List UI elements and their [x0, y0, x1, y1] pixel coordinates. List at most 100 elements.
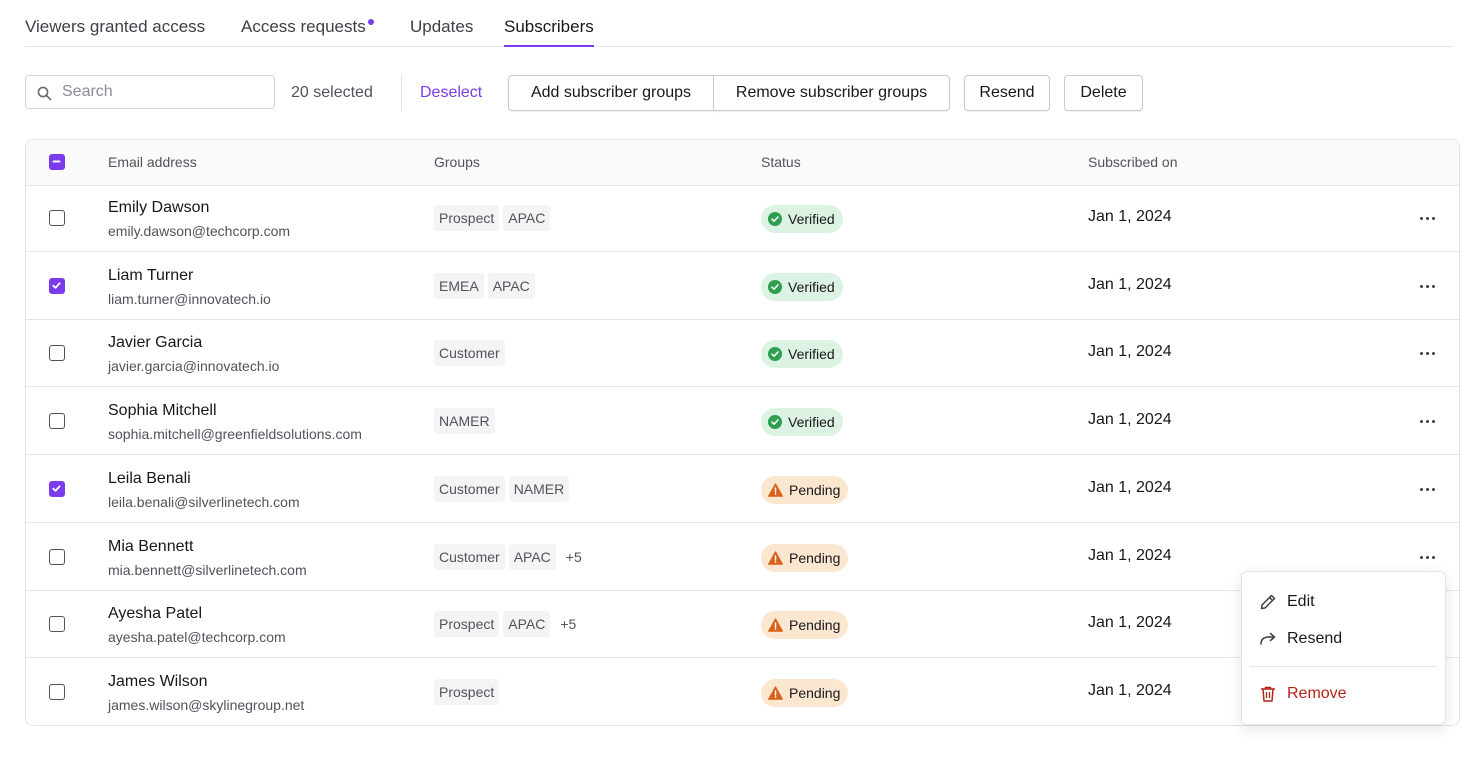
status-label: Pending [789, 617, 841, 633]
tab-updates[interactable]: Updates [410, 17, 473, 46]
more-horizontal-icon[interactable] [1413, 343, 1441, 363]
groups-cell: NAMER [434, 408, 495, 434]
menu-item-label: Resend [1287, 630, 1343, 647]
forward-arrow-icon [1260, 632, 1276, 645]
group-tag: Customer [434, 476, 505, 502]
groups-cell: EMEA APAC [434, 273, 535, 299]
subscriber-email: javier.garcia@innovatech.io [108, 358, 280, 374]
table-row: Emily Dawson emily.dawson@techcorp.com Pro… [26, 185, 1459, 252]
menu-item-remove[interactable]: Remove [1258, 682, 1347, 706]
column-header-status[interactable]: Status [761, 154, 801, 170]
group-tag: Customer [434, 340, 505, 366]
check-icon [52, 485, 61, 492]
row-checkbox[interactable] [49, 616, 65, 632]
groups-cell: Prospect APAC [434, 205, 551, 231]
warning-triangle-icon [768, 686, 783, 700]
add-subscriber-groups-button[interactable]: Add subscriber groups [508, 75, 714, 111]
table-header: Email address Groups Status Subscribed o… [26, 140, 1459, 186]
subscriber-name: Liam Turner [108, 267, 194, 284]
group-tag: EMEA [434, 273, 484, 299]
column-header-subscribed-on[interactable]: Subscribed on [1088, 154, 1178, 170]
status-badge: Verified [761, 205, 843, 233]
more-horizontal-icon[interactable] [1413, 276, 1441, 296]
row-checkbox[interactable] [49, 210, 65, 226]
row-checkbox[interactable] [49, 345, 65, 361]
subscriber-name: Mia Bennett [108, 538, 194, 555]
toolbar-divider [401, 75, 402, 111]
subscribed-date: Jan 1, 2024 [1088, 547, 1172, 564]
group-tag: NAMER [434, 408, 495, 434]
tab-viewers-granted-access[interactable]: Viewers granted access [25, 17, 205, 46]
status-badge: Verified [761, 340, 843, 368]
table-row: Leila Benali leila.benali@silverlinetech.… [26, 456, 1459, 523]
group-tag: APAC [508, 544, 556, 570]
status-badge: Pending [761, 476, 849, 504]
more-horizontal-icon[interactable] [1413, 479, 1441, 499]
notification-dot [367, 19, 374, 25]
subscribed-date: Jan 1, 2024 [1088, 276, 1172, 293]
more-groups-count[interactable]: +5 [554, 616, 576, 632]
row-checkbox[interactable] [49, 481, 65, 497]
check-circle-icon [768, 415, 782, 429]
status-label: Verified [788, 211, 835, 227]
status-badge: Pending [761, 679, 849, 707]
subscribed-date: Jan 1, 2024 [1088, 343, 1172, 360]
more-horizontal-icon[interactable] [1413, 411, 1441, 431]
group-tag: Prospect [434, 611, 500, 637]
column-header-email[interactable]: Email address [108, 154, 197, 170]
check-circle-icon [768, 280, 782, 294]
select-all-checkbox[interactable] [49, 154, 65, 170]
search-box [25, 75, 275, 109]
pencil-icon [1260, 594, 1276, 610]
group-tag: APAC [503, 205, 551, 231]
group-tag: NAMER [508, 476, 570, 502]
menu-item-edit[interactable]: Edit [1258, 590, 1315, 614]
row-checkbox[interactable] [49, 278, 65, 294]
tab-bar: Viewers granted access Access requests U… [25, 0, 1453, 47]
table-row: Liam Turner liam.turner@innovatech.io EMEA… [26, 253, 1459, 320]
tab-subscribers[interactable]: Subscribers [504, 17, 594, 47]
tab-access-requests[interactable]: Access requests [241, 17, 374, 46]
menu-item-resend[interactable]: Resend [1258, 627, 1342, 651]
group-tag: APAC [503, 611, 551, 637]
tab-label: Viewers granted access [25, 17, 206, 36]
column-header-groups[interactable]: Groups [434, 154, 480, 170]
group-tag: APAC [487, 273, 535, 299]
check-circle-icon [768, 212, 782, 226]
deselect-link[interactable]: Deselect [420, 84, 482, 102]
tab-label: Subscribers [504, 17, 594, 36]
status-badge: Pending [761, 544, 849, 572]
groups-cell: Prospect APAC +5 [434, 611, 576, 637]
trash-icon [1260, 686, 1276, 702]
row-checkbox[interactable] [49, 549, 65, 565]
group-tag: Prospect [434, 679, 500, 705]
status-label: Verified [788, 279, 835, 295]
remove-subscriber-groups-button[interactable]: Remove subscriber groups [713, 75, 950, 111]
groups-cell: Customer [434, 340, 505, 366]
subscriber-email: leila.benali@silverlinetech.com [108, 494, 300, 510]
subscribed-date: Jan 1, 2024 [1088, 682, 1172, 699]
warning-triangle-icon [768, 551, 783, 565]
subscribed-date: Jan 1, 2024 [1088, 479, 1172, 496]
row-checkbox[interactable] [49, 413, 65, 429]
resend-button[interactable]: Resend [964, 75, 1050, 111]
groups-cell: Prospect [434, 679, 500, 705]
tab-label: Updates [410, 17, 474, 36]
subscribed-date: Jan 1, 2024 [1088, 411, 1172, 428]
subscriber-email: emily.dawson@techcorp.com [108, 223, 291, 239]
group-tag: Prospect [434, 205, 500, 231]
more-groups-count[interactable]: +5 [560, 549, 582, 565]
status-badge: Verified [761, 408, 843, 436]
check-icon [52, 282, 61, 289]
warning-triangle-icon [768, 618, 783, 632]
status-label: Pending [789, 550, 841, 566]
tab-label: Access requests [241, 17, 366, 36]
row-checkbox[interactable] [49, 684, 65, 700]
delete-button[interactable]: Delete [1064, 75, 1143, 111]
more-horizontal-icon[interactable] [1413, 547, 1441, 567]
subscriber-name: Ayesha Patel [108, 605, 202, 622]
more-horizontal-icon[interactable] [1413, 208, 1441, 228]
subscriber-name: Javier Garcia [108, 334, 203, 351]
warning-triangle-icon [768, 483, 783, 497]
search-input[interactable] [62, 76, 262, 108]
